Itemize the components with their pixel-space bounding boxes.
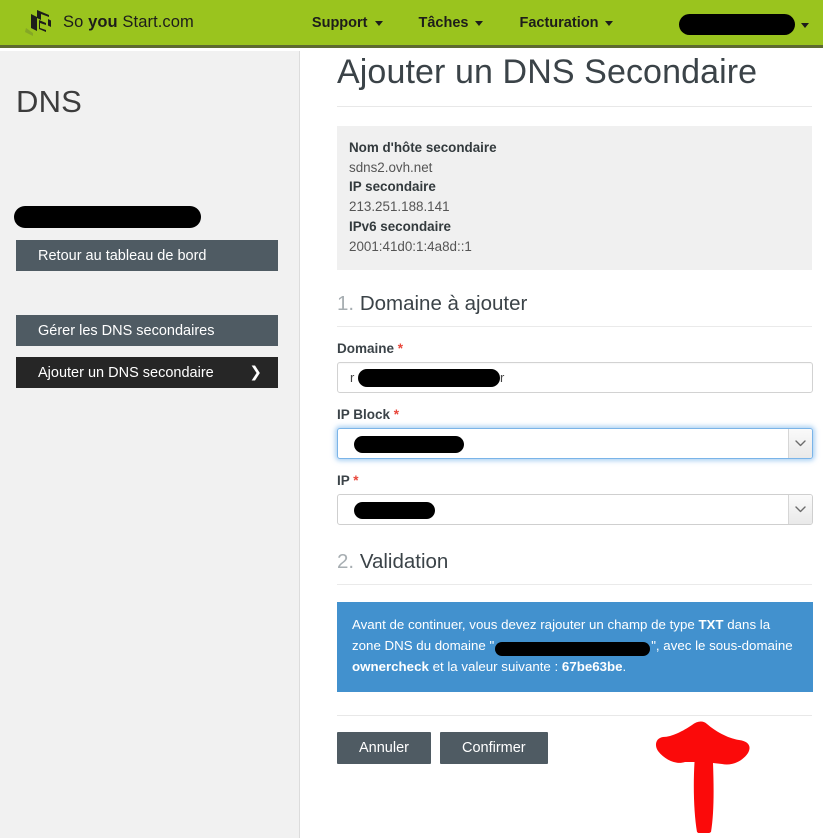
nav-item-taches[interactable]: Tâches: [401, 15, 502, 31]
ip-block-select[interactable]: [337, 428, 813, 460]
required-marker: *: [397, 341, 404, 357]
field-label-text: IP Block: [337, 407, 391, 423]
title-divider: [337, 106, 812, 107]
chevron-down-icon[interactable]: [788, 429, 812, 459]
alert-bold-txt: TXT: [698, 617, 724, 633]
field-domaine: Domaine * r r: [337, 341, 813, 394]
brand-suffix: Start.com: [122, 13, 194, 31]
info-key-ip: IP secondaire: [349, 179, 436, 195]
chevron-right-icon: ❯: [249, 364, 262, 381]
ip-block-select-value-redacted: [354, 436, 464, 454]
sidebar: DNS Retour au tableau de bord Gérer les …: [0, 51, 300, 838]
section-title: Validation: [359, 550, 449, 574]
required-marker: *: [393, 407, 400, 423]
domain-input-text-right: r: [500, 370, 505, 386]
chevron-down-icon: [374, 21, 383, 26]
validation-alert: Avant de continuer, vous devez rajouter …: [337, 602, 813, 692]
domain-input-value-redacted: [358, 369, 500, 388]
main-content: Ajouter un DNS Secondaire Nom d'hôte sec…: [301, 51, 823, 838]
required-marker: *: [353, 473, 359, 489]
brand-bold: you: [88, 13, 123, 31]
sidebar-item-retour-tableau-de-bord[interactable]: Retour au tableau de bord: [16, 240, 278, 271]
main-nav: Support Tâches Facturation: [294, 0, 632, 45]
info-value-ipv6: 2001:41d0:1:4a8d::1: [349, 238, 472, 254]
form-action-buttons: Annuler Confirmer: [337, 731, 823, 764]
user-account-name-redacted: [679, 13, 795, 35]
ip-select-value-redacted: [354, 502, 435, 520]
ip-select[interactable]: [337, 494, 813, 526]
field-label-text: IP: [337, 473, 350, 489]
section-divider: [337, 326, 812, 328]
brand-logo-link[interactable]: So you Start.com: [24, 0, 194, 45]
field-label-text: Domaine: [337, 341, 395, 357]
alert-bold-ownercheck: ownercheck: [352, 658, 429, 674]
field-label-ip-block: IP Block *: [337, 407, 812, 422]
sidebar-item-label: Retour au tableau de bord: [38, 247, 207, 264]
sidebar-item-gerer-dns-secondaires[interactable]: Gérer les DNS secondaires: [16, 315, 278, 346]
sidebar-item-label: Gérer les DNS secondaires: [38, 322, 215, 339]
section-number: 2.: [337, 550, 355, 574]
nav-item-facturation-label: Facturation: [519, 14, 599, 31]
field-ip-block: IP Block *: [337, 407, 813, 460]
chevron-down-icon[interactable]: [788, 495, 812, 525]
cancel-button[interactable]: Annuler: [337, 731, 431, 764]
alert-text-1: Avant de continuer, vous devez rajouter …: [352, 617, 699, 633]
domain-input[interactable]: r r: [337, 362, 813, 394]
info-value-hostname: sdns2.ovh.net: [349, 159, 433, 175]
alert-bold-token: 67be63be: [561, 658, 623, 674]
brand-prefix: So: [63, 13, 89, 31]
sidebar-title: DNS: [16, 84, 83, 119]
domain-input-text-left: r: [350, 370, 355, 386]
nav-item-support[interactable]: Support: [294, 15, 401, 31]
top-navigation-bar: So you Start.com Support Tâches Facturat…: [0, 0, 823, 48]
soyoustart-cube-logo-icon: [24, 9, 54, 37]
field-label-domaine: Domaine *: [337, 341, 812, 356]
info-key-ipv6: IPv6 secondaire: [349, 218, 451, 234]
sidebar-account-name-redacted: [14, 206, 201, 228]
page-root: So you Start.com Support Tâches Facturat…: [0, 0, 823, 838]
sidebar-item-ajouter-dns-secondaire[interactable]: Ajouter un DNS secondaire ❯: [16, 357, 278, 388]
brand-text: So you Start.com: [63, 13, 194, 32]
chevron-down-icon: [475, 21, 484, 26]
alert-domain-redacted: [495, 641, 651, 656]
info-key-hostname: Nom d'hôte secondaire: [349, 140, 497, 155]
section-title: Domaine à ajouter: [359, 292, 528, 316]
chevron-down-icon: [801, 22, 809, 28]
nav-item-facturation[interactable]: Facturation: [501, 15, 631, 31]
alert-text-4: et la valeur suivante :: [428, 658, 562, 674]
page-title: Ajouter un DNS Secondaire: [337, 53, 758, 91]
user-account-menu[interactable]: [679, 0, 817, 48]
section-divider: [337, 584, 812, 586]
field-ip: IP *: [337, 473, 813, 526]
nav-item-support-label: Support: [311, 14, 368, 31]
alert-text-3: ", avec le sous-domaine: [651, 638, 793, 654]
alert-text-5: .: [622, 658, 627, 674]
section-number: 1.: [337, 292, 355, 316]
chevron-down-icon: [605, 21, 614, 26]
confirm-button[interactable]: Confirmer: [439, 731, 548, 764]
footer-divider: [337, 714, 812, 716]
section-heading-domaine: 1. Domaine à ajouter: [337, 292, 812, 316]
secondary-dns-info-box: Nom d'hôte secondaire sdns2.ovh.net IP s…: [337, 126, 812, 271]
nav-item-taches-label: Tâches: [418, 14, 469, 31]
field-label-ip: IP *: [337, 473, 812, 488]
info-value-ip: 213.251.188.141: [349, 199, 450, 215]
sidebar-item-label: Ajouter un DNS secondaire: [38, 364, 214, 381]
section-heading-validation: 2. Validation: [337, 550, 812, 574]
